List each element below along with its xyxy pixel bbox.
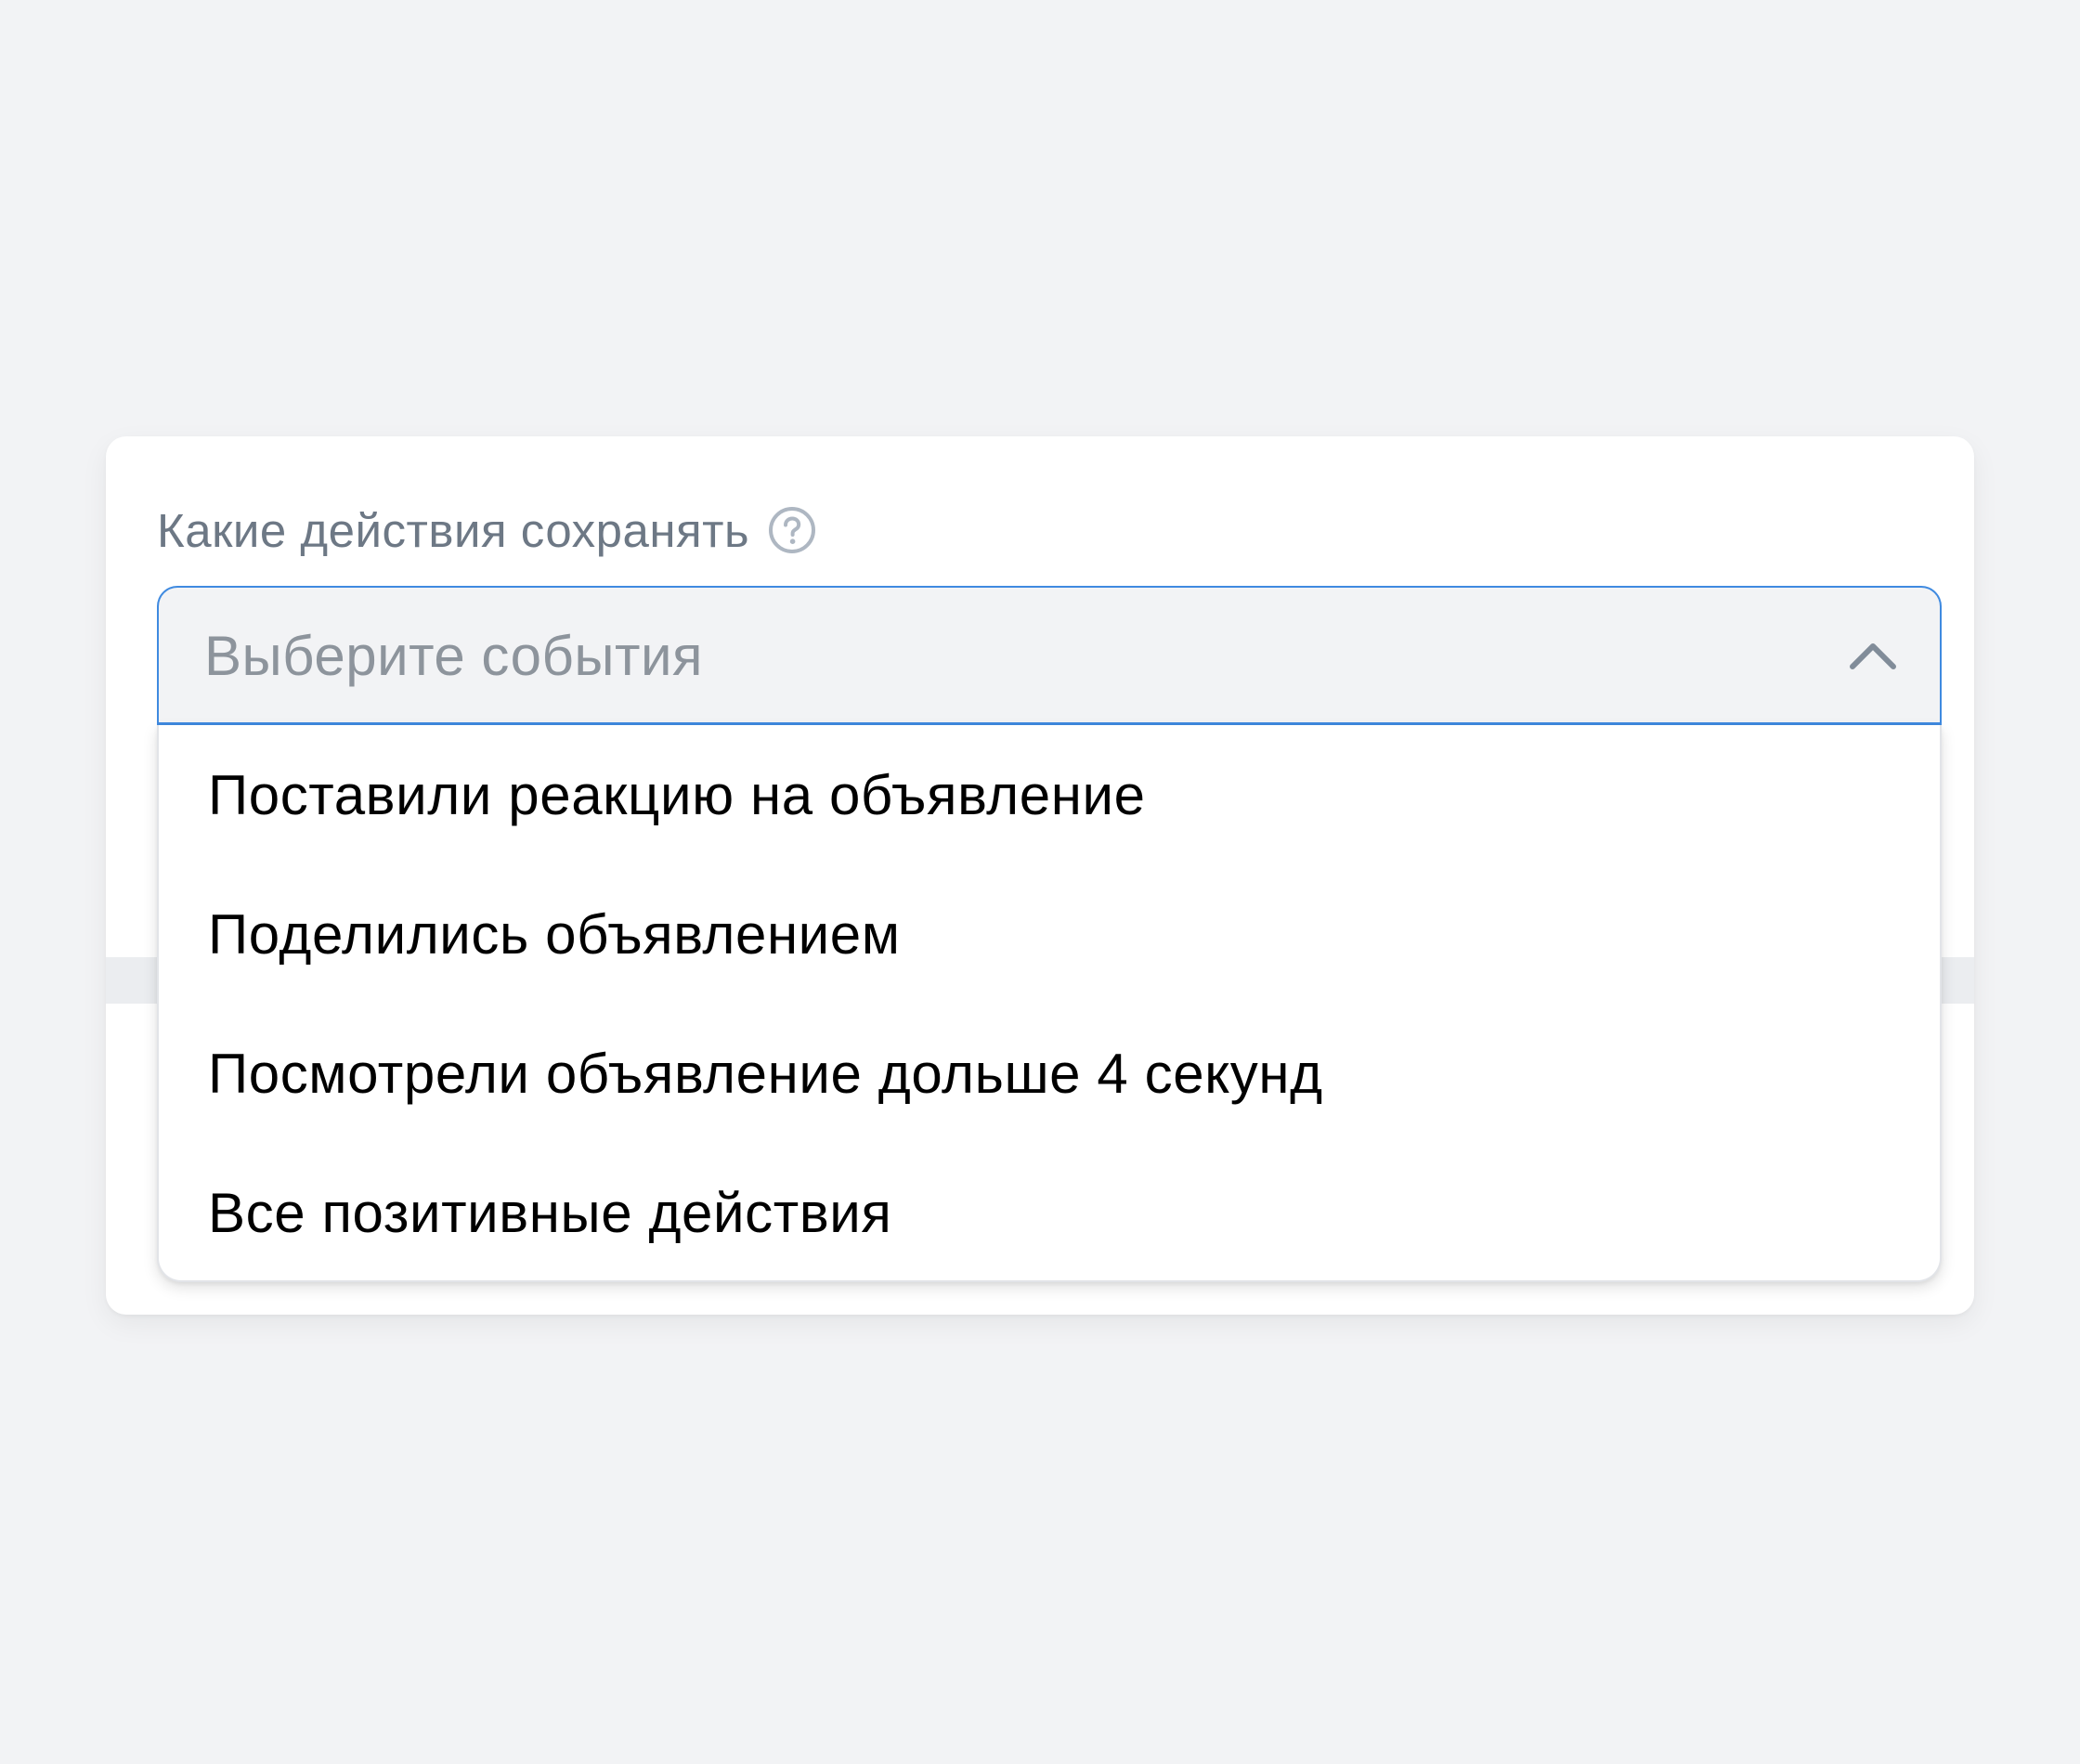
dropdown-option-reaction[interactable]: Поставили реакцию на объявление (159, 725, 1940, 864)
dropdown-option-viewed[interactable]: Посмотрели объявление дольше 4 секунд (159, 1004, 1940, 1143)
dropdown-option-shared[interactable]: Поделились объявлением (159, 864, 1940, 1004)
dropdown-option-all-positive[interactable]: Все позитивные действия (159, 1143, 1940, 1282)
events-select[interactable]: Выберите события (157, 586, 1942, 725)
chevron-up-icon[interactable] (1847, 639, 1899, 672)
field-label: Какие действия сохранять (157, 496, 816, 564)
select-placeholder: Выберите события (204, 624, 703, 687)
question-circle-icon[interactable] (768, 506, 816, 554)
field-label-text: Какие действия сохранять (157, 503, 750, 557)
events-dropdown-list: Поставили реакцию на объявление Поделили… (157, 725, 1942, 1282)
